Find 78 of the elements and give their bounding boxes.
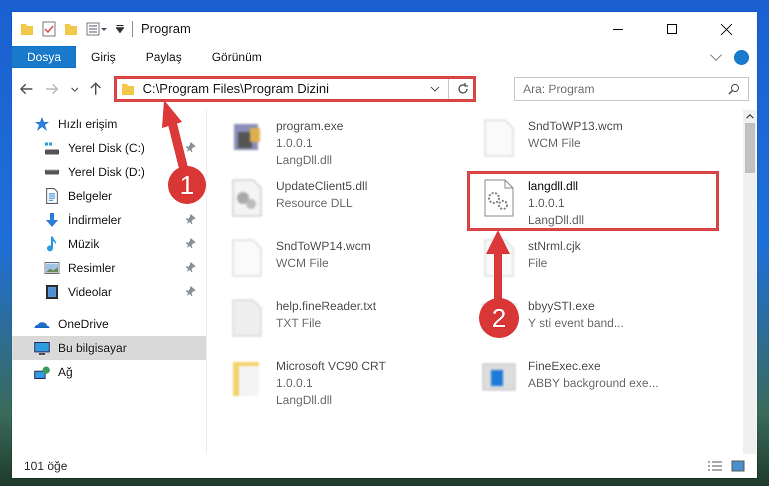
- nav-item[interactable]: Yerel Disk (C:): [44, 139, 145, 157]
- file-detail: Resource DLL: [276, 195, 354, 212]
- chevron-up-icon[interactable]: [746, 114, 754, 119]
- file-name[interactable]: langdll.dll: [528, 178, 584, 195]
- drive-icon: [44, 142, 60, 154]
- ribbon-tab[interactable]: Dosya: [12, 46, 76, 68]
- nav-item[interactable]: Videolar: [44, 283, 112, 301]
- drive-icon: [44, 169, 60, 175]
- picture-icon: [44, 262, 60, 274]
- file-detail: TXT File: [276, 315, 322, 332]
- file-detail: LangDll.dll: [528, 212, 584, 229]
- up-arrow-icon[interactable]: [90, 82, 102, 96]
- status-count: 101 öğe: [24, 458, 68, 475]
- file-detail: WCM File: [528, 135, 582, 152]
- file-name[interactable]: FineExec.exe: [528, 358, 659, 375]
- search-icon: [728, 83, 740, 95]
- chevron-down-icon[interactable]: [710, 54, 722, 60]
- address-bar[interactable]: C:\Program Files\Program Dizini: [114, 76, 476, 102]
- film-icon: [46, 284, 58, 300]
- details-view-icon[interactable]: [707, 461, 723, 471]
- search-placeholder: Ara: Program: [523, 81, 596, 98]
- file-name[interactable]: stNrml.cjk: [528, 238, 581, 255]
- document-icon: [46, 188, 58, 204]
- download-icon: [45, 212, 59, 228]
- chevron-down-icon[interactable]: [70, 86, 78, 92]
- star-icon: [34, 116, 50, 132]
- scrollbar-thumb[interactable]: [745, 123, 755, 173]
- help-icon[interactable]: [734, 50, 749, 64]
- file-name[interactable]: program.exe: [276, 118, 344, 135]
- nav-item[interactable]: Bu bilgisayar: [34, 339, 127, 357]
- file-name[interactable]: SndToWP13.wcm: [528, 118, 623, 135]
- file-name[interactable]: SndToWP14.wcm: [276, 238, 371, 255]
- file-detail: 1.0.0.1: [276, 375, 314, 392]
- ribbon-tab[interactable]: Paylaş: [130, 46, 197, 68]
- cloud-icon: [34, 320, 50, 328]
- window-title: Program: [141, 20, 191, 38]
- nav-item[interactable]: Yerel Disk (D:): [44, 163, 145, 181]
- scrollbar[interactable]: [743, 110, 757, 454]
- back-arrow-icon[interactable]: [20, 83, 34, 95]
- file-name[interactable]: bbyySTI.exe: [528, 298, 624, 315]
- pin-icon[interactable]: [184, 142, 196, 154]
- nav-item[interactable]: Hızlı erişim: [34, 115, 118, 133]
- nav-item[interactable]: Ağ: [34, 363, 73, 381]
- pin-icon[interactable]: [184, 214, 196, 226]
- thumbnail-view-icon[interactable]: [731, 460, 745, 472]
- file-detail: File: [528, 255, 548, 272]
- nav-item[interactable]: OneDrive: [34, 315, 109, 333]
- file-name[interactable]: Microsoft VC90 CRT: [276, 358, 386, 375]
- file-detail: ABBY background exe...: [528, 375, 659, 392]
- file-detail: LangDll.dll: [276, 392, 334, 409]
- close-icon: [720, 24, 732, 34]
- nav-item[interactable]: Müzik: [44, 235, 100, 253]
- file-detail: WCM File: [276, 255, 330, 272]
- ribbon-tab[interactable]: Giriş: [76, 46, 131, 68]
- pin-icon[interactable]: [184, 238, 196, 250]
- properties-icon[interactable]: [86, 22, 108, 36]
- ribbon-tab[interactable]: Görünüm: [196, 46, 277, 68]
- file-detail: Y sti event band...: [528, 315, 624, 332]
- dropdown-icon[interactable]: [116, 25, 124, 33]
- music-note-icon: [47, 236, 57, 252]
- computer-icon: [34, 342, 50, 354]
- nav-item[interactable]: Belgeler: [44, 187, 112, 205]
- search-field[interactable]: Ara: Program: [514, 77, 749, 101]
- network-icon: [34, 366, 50, 378]
- file-name[interactable]: UpdateClient5.dll: [276, 178, 368, 195]
- chevron-down-icon[interactable]: [430, 86, 440, 92]
- file-detail: 1.0.0.1: [276, 135, 314, 152]
- nav-item[interactable]: İndirmeler: [44, 211, 122, 229]
- file-name[interactable]: help.fineReader.txt: [276, 298, 376, 315]
- address-path: C:\Program Files\Program Dizini: [142, 80, 330, 98]
- nav-item[interactable]: Resimler: [44, 259, 116, 277]
- refresh-icon[interactable]: [456, 83, 469, 95]
- pin-icon[interactable]: [184, 262, 196, 274]
- folder-icon: [120, 84, 135, 94]
- checklist-icon[interactable]: [42, 21, 56, 37]
- pin-icon[interactable]: [184, 286, 196, 298]
- file-detail: LangDll.dll: [276, 152, 334, 169]
- file-detail: 1.0.0.1: [528, 195, 566, 212]
